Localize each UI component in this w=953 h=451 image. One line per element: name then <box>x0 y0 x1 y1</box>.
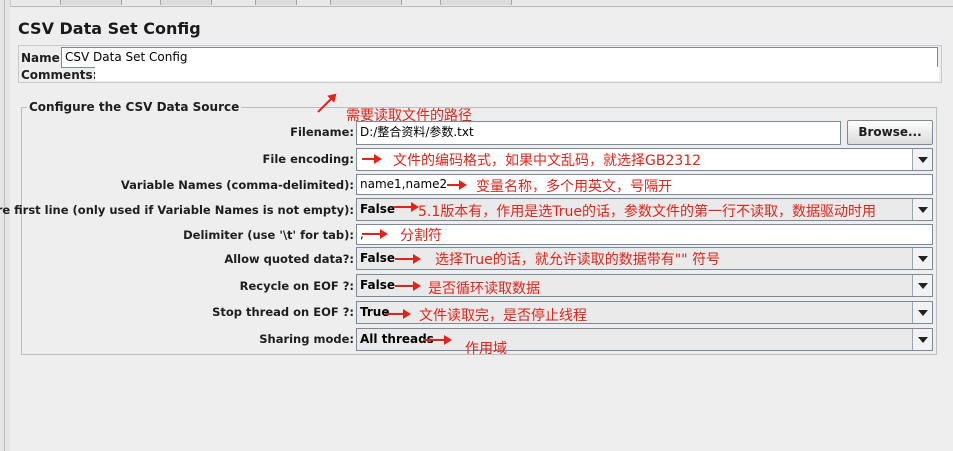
sharing-mode-label: Sharing mode: <box>259 332 354 346</box>
comments-input[interactable] <box>95 67 939 81</box>
annotation-encoding: 文件的编码格式，如果中文乱码，就选择GB2312 <box>393 153 702 169</box>
ignore-first-line-label: Ignore first line (only used if Variable… <box>0 203 354 217</box>
page-title: CSV Data Set Config <box>18 19 201 38</box>
annotation-ignore: 5.1版本有，作用是选True的话，参数文件的第一行不读取，数据驱动时用 <box>418 204 876 220</box>
annotation-filename: 需要读取文件的路径 <box>346 108 472 124</box>
chevron-down-icon[interactable] <box>912 275 932 296</box>
csv-data-set-config-panel: CSV Data Set Config Name: CSV Data Set C… <box>0 7 953 451</box>
annotation-varnames: 变量名称，多个用英文，号隔开 <box>476 179 672 195</box>
annotation-arrow <box>395 254 421 264</box>
tab[interactable] <box>330 0 402 5</box>
chevron-down-icon[interactable] <box>912 302 932 323</box>
annotation-arrow <box>395 281 421 291</box>
tab[interactable] <box>440 0 512 5</box>
annotation-arrow <box>362 229 388 239</box>
tab[interactable] <box>60 0 122 5</box>
comments-label: Comments: <box>21 68 98 82</box>
file-encoding-label: File encoding: <box>262 152 354 166</box>
delimiter-label: Delimiter (use '\t' for tab): <box>183 228 354 242</box>
name-comments-box: Name: CSV Data Set Config Comments: <box>18 45 942 83</box>
sharing-mode-value: All threads <box>360 332 434 346</box>
annotation-arrow <box>447 180 467 190</box>
annotation-stop: 文件读取完，是否停止线程 <box>419 308 587 324</box>
delimiter-input[interactable]: , <box>356 224 933 245</box>
stop-thread-label: Stop thread on EOF ?: <box>212 305 354 319</box>
chevron-down-icon[interactable] <box>912 329 932 350</box>
name-label: Name: <box>21 51 65 65</box>
annotation-sharing: 作用域 <box>465 341 507 357</box>
annotation-arrow <box>424 335 452 345</box>
chevron-down-icon[interactable] <box>912 248 932 269</box>
recycle-eof-label: Recycle on EOF ?: <box>239 279 354 293</box>
filename-label: Filename: <box>290 125 354 139</box>
tab[interactable] <box>255 0 297 5</box>
annotation-quoted: 选择True的话，就允许读取的数据带有"" 符号 <box>435 252 721 268</box>
name-input[interactable]: CSV Data Set Config <box>61 47 938 68</box>
chevron-down-icon[interactable] <box>912 149 932 170</box>
recycle-eof-value: False <box>360 278 395 292</box>
csv-source-legend: Configure the CSV Data Source <box>27 100 242 114</box>
annotation-arrow <box>385 309 411 319</box>
allow-quoted-label: Allow quoted data?: <box>224 252 354 266</box>
annotation-delimiter: 分割符 <box>400 228 442 244</box>
top-tab-strip <box>0 0 953 7</box>
annotation-arrow <box>362 154 382 164</box>
ignore-first-line-value: False <box>360 202 395 216</box>
tab[interactable] <box>160 0 212 5</box>
chevron-down-icon[interactable] <box>912 199 932 220</box>
browse-button[interactable]: Browse... <box>847 120 933 145</box>
allow-quoted-value: False <box>360 251 395 265</box>
variable-names-label: Variable Names (comma-delimited): <box>120 178 354 192</box>
annotation-arrow <box>393 202 419 212</box>
annotation-recycle: 是否循环读取数据 <box>428 281 540 297</box>
